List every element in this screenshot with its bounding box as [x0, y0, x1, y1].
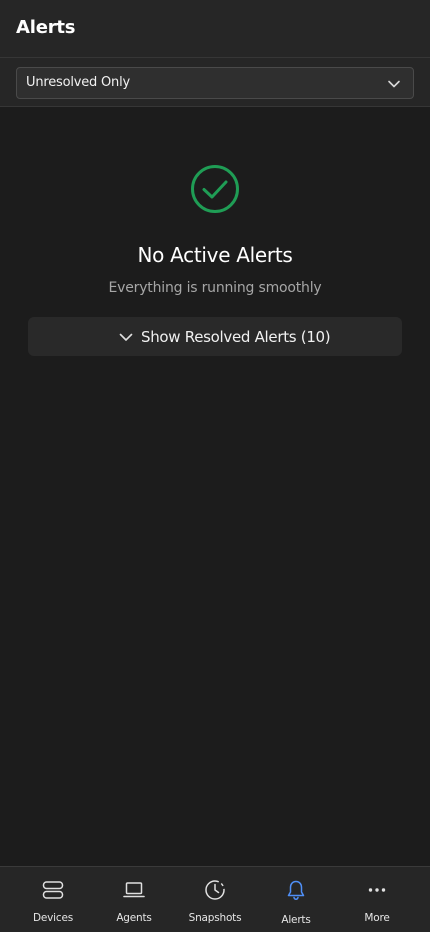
- status-filter-select[interactable]: Unresolved Only: [16, 67, 414, 99]
- check-circle-icon: [191, 165, 239, 213]
- server-icon: [42, 881, 64, 899]
- tab-label: Agents: [116, 912, 152, 924]
- show-resolved-alerts-label: Show Resolved Alerts (10): [141, 328, 331, 346]
- tab-alerts[interactable]: Alerts: [253, 867, 339, 932]
- chevron-down-icon: [388, 80, 400, 88]
- tab-label: Devices: [33, 912, 73, 924]
- filter-bar: Unresolved Only: [0, 58, 430, 107]
- status-filter-value: Unresolved Only: [26, 75, 131, 90]
- show-resolved-alerts-button[interactable]: Show Resolved Alerts (10): [28, 317, 402, 356]
- tab-label: Alerts: [281, 914, 311, 926]
- empty-state-subtitle: Everything is running smoothly: [108, 280, 322, 296]
- header-bar: Alerts: [0, 0, 430, 58]
- bottom-tab-bar: Devices Agents Snapshots Alerts More: [0, 866, 430, 932]
- tab-label: More: [364, 912, 390, 924]
- tab-devices[interactable]: Devices: [10, 867, 96, 932]
- tab-agents[interactable]: Agents: [91, 867, 177, 932]
- tab-snapshots[interactable]: Snapshots: [172, 867, 258, 932]
- app-screen: Alerts Unresolved Only No Active Alerts …: [0, 0, 430, 932]
- chevron-down-icon: [119, 333, 133, 341]
- bell-icon: [287, 880, 305, 901]
- page-title: Alerts: [16, 17, 76, 38]
- more-dots-icon: [368, 888, 386, 892]
- laptop-icon: [123, 882, 145, 898]
- tab-label: Snapshots: [188, 912, 242, 924]
- empty-state-title: No Active Alerts: [137, 243, 293, 267]
- clock-icon: [205, 880, 225, 900]
- tab-more[interactable]: More: [334, 867, 420, 932]
